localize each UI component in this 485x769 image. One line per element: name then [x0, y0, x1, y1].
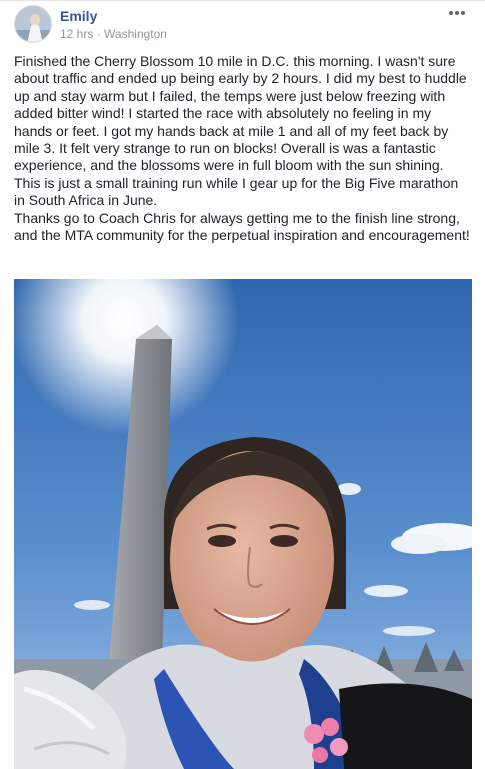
post-paragraph-1: Finished the Cherry Blossom 10 mile in D… [14, 53, 471, 209]
author-avatar[interactable] [14, 5, 52, 43]
avatar-image [15, 6, 51, 42]
facebook-post: Emily 12 hrs · Washington Finished the C… [0, 0, 485, 769]
post-location[interactable]: Washington [104, 27, 167, 41]
post-header: Emily 12 hrs · Washington [14, 5, 474, 45]
post-meta: 12 hrs · Washington [60, 27, 167, 41]
author-name[interactable]: Emily [60, 8, 97, 24]
selfie-photo-illustration [14, 279, 472, 769]
meta-separator: · [96, 27, 101, 41]
post-body: Finished the Cherry Blossom 10 mile in D… [14, 53, 472, 244]
more-options-button[interactable] [446, 5, 468, 21]
post-photo[interactable] [14, 279, 472, 769]
post-paragraph-2: Thanks go to Coach Chris for always gett… [14, 209, 470, 244]
more-horizontal-icon [449, 11, 465, 15]
post-timestamp[interactable]: 12 hrs [60, 27, 93, 41]
